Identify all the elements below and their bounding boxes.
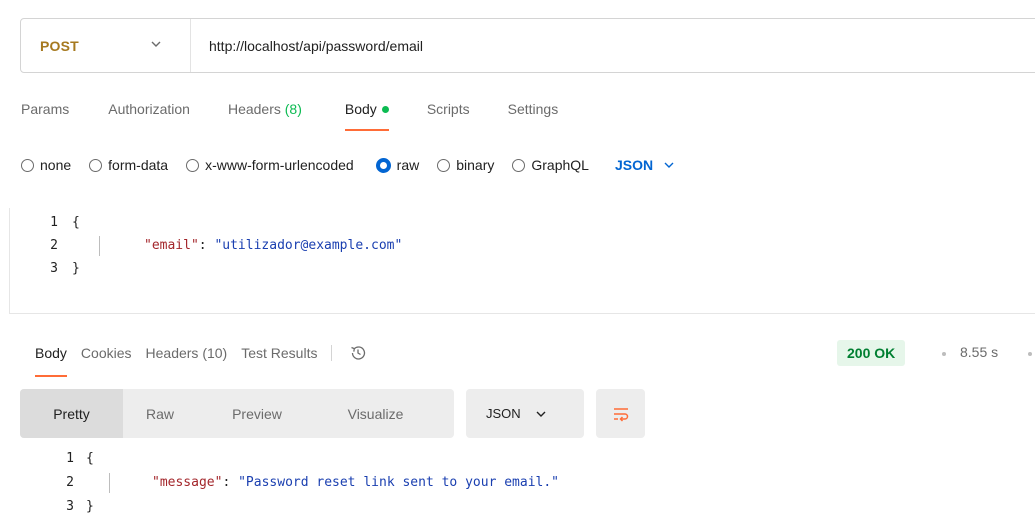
- tab-cookies[interactable]: Cookies: [81, 345, 132, 361]
- history-icon[interactable]: [348, 343, 368, 363]
- tab-headers[interactable]: Headers (8): [228, 101, 302, 135]
- line-number: 2: [50, 238, 58, 253]
- tab-authorization[interactable]: Authorization: [108, 101, 190, 135]
- tab-test-results[interactable]: Test Results: [241, 345, 317, 361]
- request-body-editor[interactable]: 1 { 2 "email" : "utilizador@example.com"…: [9, 208, 1035, 314]
- radio-label: raw: [396, 157, 420, 173]
- radio-form-data[interactable]: form-data: [89, 157, 168, 173]
- tab-scripts[interactable]: Scripts: [427, 101, 470, 135]
- tab-params[interactable]: Params: [21, 101, 69, 135]
- view-raw-button[interactable]: Raw: [123, 389, 197, 438]
- code-brace: {: [72, 215, 80, 230]
- tab-label: Test Results: [241, 345, 318, 361]
- language-label: JSON: [614, 157, 654, 173]
- response-body-viewer[interactable]: 1 { 2 "message" : "Password reset link s…: [24, 446, 1034, 523]
- radio-label: binary: [456, 157, 495, 173]
- radio-graphql[interactable]: GraphQL: [512, 157, 589, 173]
- radio-circle-icon: [21, 158, 34, 172]
- method-label: POST: [40, 37, 79, 54]
- tab-response-headers[interactable]: Headers (10): [146, 345, 228, 361]
- tab-label: Scripts: [426, 101, 470, 117]
- tab-label: Headers (10): [145, 345, 228, 361]
- code-line: 1 {: [28, 213, 80, 233]
- line-number: 1: [50, 215, 58, 230]
- code-line: 1 {: [44, 449, 94, 469]
- code-brace: {: [86, 451, 94, 466]
- response-tabs: Body Cookies Headers (10) Test Results: [35, 343, 368, 377]
- tab-label: Settings: [507, 101, 559, 117]
- wrap-lines-icon: [613, 407, 628, 422]
- tab-settings[interactable]: Settings: [508, 101, 559, 135]
- wrap-lines-button[interactable]: [596, 389, 645, 438]
- radio-raw[interactable]: raw: [375, 157, 420, 173]
- format-label: JSON: [486, 406, 521, 421]
- chevron-down-icon: [536, 411, 546, 417]
- line-number: 2: [66, 475, 74, 490]
- modified-dot-icon: [381, 105, 389, 113]
- tab-label: Params: [21, 101, 70, 117]
- radio-circle-icon: [186, 158, 200, 172]
- language-select[interactable]: JSON: [615, 157, 675, 173]
- divider: [331, 345, 333, 361]
- view-pretty-button[interactable]: Pretty: [20, 389, 123, 438]
- radio-circle-icon: [89, 158, 103, 172]
- view-preview-button[interactable]: Preview: [197, 389, 317, 438]
- response-time[interactable]: 8.55 s: [960, 344, 998, 360]
- radio-label: x-www-form-urlencoded: [205, 157, 354, 173]
- request-url-bar: POST http://localhost/api/password/email: [20, 18, 1035, 73]
- tab-label: Body: [344, 101, 377, 117]
- radio-binary[interactable]: binary: [437, 157, 494, 173]
- json-colon: :: [198, 238, 215, 253]
- chevron-down-icon: [664, 162, 674, 168]
- separator-dot: [942, 352, 946, 356]
- response-view-switcher: Pretty Raw Preview Visualize: [20, 389, 454, 438]
- radio-none[interactable]: none: [21, 157, 71, 173]
- line-number: 3: [50, 261, 58, 276]
- json-key: "email": [144, 238, 199, 253]
- chevron-down-icon: [151, 41, 161, 47]
- tab-label: Headers: [227, 101, 281, 117]
- radio-urlencoded[interactable]: x-www-form-urlencoded: [186, 157, 354, 173]
- method-select[interactable]: POST: [21, 19, 191, 72]
- tab-label: Authorization: [108, 101, 190, 117]
- separator-dot: [1028, 352, 1032, 356]
- headers-count: (8): [284, 101, 302, 117]
- request-tabs: Params Authorization Headers (8) Body Sc…: [21, 101, 558, 135]
- tab-response-body[interactable]: Body: [35, 345, 67, 377]
- json-value: "utilizador@example.com": [214, 238, 403, 253]
- line-number: 1: [66, 451, 74, 466]
- tab-label: Cookies: [80, 345, 132, 361]
- radio-label: GraphQL: [531, 157, 589, 173]
- radio-checked-icon: [375, 157, 391, 173]
- tab-body[interactable]: Body: [344, 101, 389, 135]
- body-type-selector: none form-data x-www-form-urlencoded raw…: [21, 157, 675, 173]
- json-colon: :: [222, 475, 239, 490]
- tab-label: Body: [35, 345, 67, 361]
- radio-circle-icon: [437, 158, 451, 172]
- url-input[interactable]: http://localhost/api/password/email: [191, 38, 423, 54]
- code-line: 3 }: [28, 259, 80, 279]
- line-number: 3: [66, 499, 74, 514]
- code-line: 3 }: [44, 497, 94, 517]
- json-key: "message": [152, 475, 223, 490]
- code-line: 2 "message" : "Password reset link sent …: [44, 473, 559, 493]
- json-value: "Password reset link sent to your email.…: [238, 475, 560, 490]
- code-brace: }: [72, 261, 80, 276]
- code-brace: }: [86, 499, 94, 514]
- code-line: 2 "email" : "utilizador@example.com": [28, 236, 402, 256]
- response-format-select[interactable]: JSON: [466, 389, 584, 438]
- status-badge[interactable]: 200 OK: [837, 340, 906, 366]
- radio-label: form-data: [108, 157, 169, 173]
- radio-circle-icon: [512, 158, 526, 172]
- radio-label: none: [40, 157, 72, 173]
- view-visualize-button[interactable]: Visualize: [317, 389, 434, 438]
